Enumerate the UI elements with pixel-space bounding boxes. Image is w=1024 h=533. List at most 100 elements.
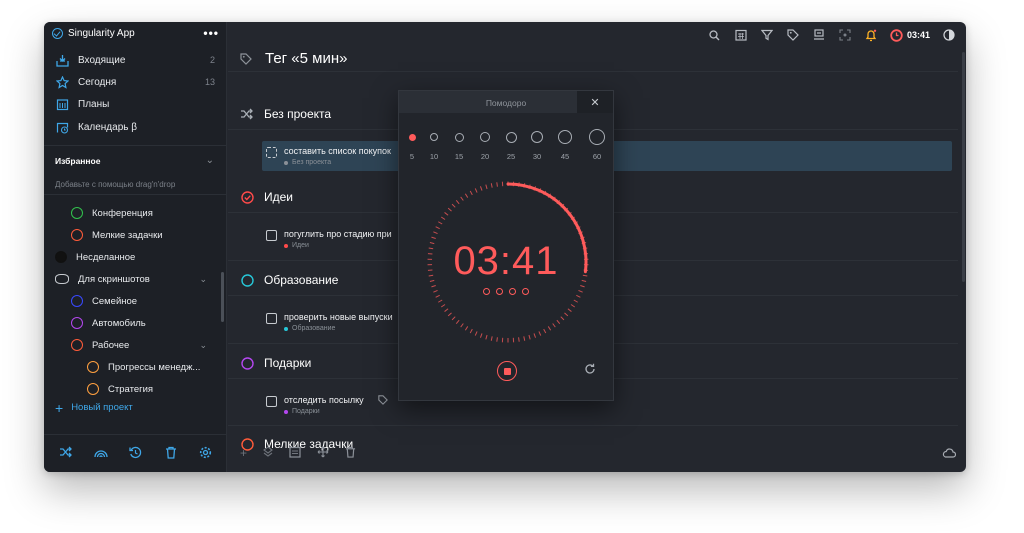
pomodoro-preset-15[interactable]: 15 — [446, 129, 472, 161]
shuffle-icon[interactable] — [57, 446, 75, 461]
dial-tick — [460, 196, 464, 201]
dial-tick — [451, 316, 456, 321]
sidebar-footer — [44, 434, 227, 472]
dial-tick — [474, 188, 478, 193]
sidebar-project-item[interactable]: Прогрессы менедж... — [44, 356, 219, 378]
check-circle-icon — [240, 190, 254, 204]
dial-tick — [455, 200, 460, 205]
tag-icon — [378, 395, 388, 407]
chevron-down-icon[interactable]: ⌄ — [199, 274, 207, 285]
dial-tick — [464, 193, 469, 198]
app-menu-button[interactable]: ••• — [203, 27, 219, 39]
sidebar-scrollbar[interactable] — [221, 272, 224, 322]
dial-tick — [438, 299, 443, 303]
inbox-icon — [55, 53, 69, 67]
search-icon[interactable] — [708, 28, 722, 42]
dial-tick — [528, 334, 531, 340]
calendar-grid-icon — [55, 97, 69, 111]
theme-toggle-icon[interactable] — [942, 28, 956, 42]
dial-tick — [440, 304, 446, 308]
dial-tick — [556, 319, 561, 324]
section-education[interactable]: Образование — [240, 273, 338, 287]
section-gifts[interactable]: Подарки — [240, 356, 311, 370]
sidebar-project-item[interactable]: Стратегия — [44, 378, 219, 400]
reset-icon[interactable] — [583, 362, 597, 379]
task-title: погуглить про стадию при — [284, 229, 392, 239]
calendar-icon[interactable] — [734, 28, 748, 42]
task-checkbox[interactable] — [266, 147, 277, 158]
chevron-down-icon[interactable]: ⌄ — [206, 155, 214, 166]
section-no-project[interactable]: Без проекта — [240, 107, 331, 121]
calendar-icon[interactable] — [289, 446, 301, 461]
task-project: Без проекта — [284, 159, 331, 166]
task-checkbox[interactable] — [266, 230, 277, 241]
cycle-indicator — [509, 288, 516, 295]
pomodoro-preset-60[interactable]: 60 — [584, 129, 610, 161]
pomodoro-preset-30[interactable]: 30 — [524, 129, 550, 161]
history-icon[interactable] — [127, 446, 145, 462]
pomodoro-preset-25[interactable]: 25 — [498, 129, 524, 161]
new-project-button[interactable]: + Новый проект — [55, 401, 133, 415]
pomodoro-preset-10[interactable]: 10 — [421, 129, 447, 161]
dial-tick — [440, 216, 446, 220]
sidebar-project-label: Несделанное — [76, 251, 136, 263]
filter-icon[interactable] — [760, 28, 774, 42]
pomodoro-preset-20[interactable]: 20 — [472, 129, 498, 161]
app-window: Singularity App ••• Входящие 2 Сегодня 1… — [44, 22, 966, 472]
sidebar-project-item[interactable]: Рабочее ⌄ — [44, 334, 219, 356]
cloud-sync-icon[interactable] — [942, 446, 957, 461]
dial-tick — [533, 333, 537, 338]
ring-icon — [240, 356, 254, 370]
dial-tick — [490, 336, 493, 341]
stop-button[interactable] — [497, 361, 517, 381]
preset-label: 20 — [480, 152, 490, 161]
task-title: проверить новые выпуски — [284, 312, 393, 322]
add-task-icon[interactable]: + — [240, 446, 247, 460]
project-ring-icon — [71, 295, 83, 307]
sidebar-project-item[interactable]: Семейное — [44, 290, 219, 312]
divider — [228, 425, 958, 426]
sidebar-project-item[interactable]: Для скриншотов ⌄ — [44, 268, 219, 290]
trash-icon[interactable] — [162, 446, 180, 462]
layers-icon[interactable] — [263, 445, 273, 461]
sidebar-project-item[interactable]: Конференция — [44, 202, 219, 224]
focus-icon[interactable] — [838, 28, 852, 42]
task-checkbox[interactable] — [266, 396, 277, 407]
trash-icon[interactable] — [345, 446, 356, 461]
sidebar-item-plans[interactable]: Планы — [44, 93, 227, 115]
rainbow-icon[interactable] — [92, 446, 110, 461]
preset-circle — [454, 132, 464, 142]
dial-tick — [573, 299, 578, 303]
project-ring-icon — [87, 383, 99, 395]
sidebar: Singularity App ••• Входящие 2 Сегодня 1… — [44, 22, 227, 472]
main-scrollbar[interactable] — [962, 52, 965, 282]
tag-icon[interactable] — [786, 28, 800, 42]
pomodoro-timer-button[interactable]: 03:41 — [890, 28, 930, 42]
dial-tick — [567, 308, 572, 312]
preset-circle — [531, 131, 543, 143]
sidebar-item-inbox[interactable]: Входящие 2 — [44, 49, 227, 71]
move-icon[interactable] — [317, 446, 329, 461]
sidebar-item-today[interactable]: Сегодня 13 — [44, 71, 227, 93]
sidebar-project-item[interactable]: Автомобиль — [44, 312, 219, 334]
preset-circle — [480, 132, 490, 142]
bell-icon[interactable] — [864, 28, 878, 42]
sidebar-project-item[interactable]: Мелкие задачки — [44, 224, 219, 246]
favorites-heading[interactable]: Избранное — [55, 156, 100, 166]
gear-icon[interactable] — [197, 446, 215, 462]
today-count: 13 — [204, 77, 215, 87]
project-ring-icon — [71, 229, 83, 241]
close-button[interactable]: ✕ — [577, 91, 613, 113]
main-footer-toolbar: + — [228, 434, 966, 472]
chevron-down-icon[interactable]: ⌄ — [199, 340, 207, 351]
sidebar-project-item[interactable]: Несделанное — [44, 246, 219, 268]
project-ring-icon — [71, 207, 83, 219]
task-title: отследить посылку — [284, 395, 364, 405]
task-checkbox[interactable] — [266, 313, 277, 324]
pomodoro-preset-45[interactable]: 45 — [552, 129, 578, 161]
sidebar-item-calendar[interactable]: Календарь β — [44, 116, 227, 138]
section-ideas[interactable]: Идеи — [240, 190, 293, 204]
favorites-hint: Добавьте с помощью drag'n'drop — [55, 180, 176, 189]
inbox-tray-icon[interactable] — [812, 28, 826, 42]
dial-tick — [447, 312, 452, 317]
